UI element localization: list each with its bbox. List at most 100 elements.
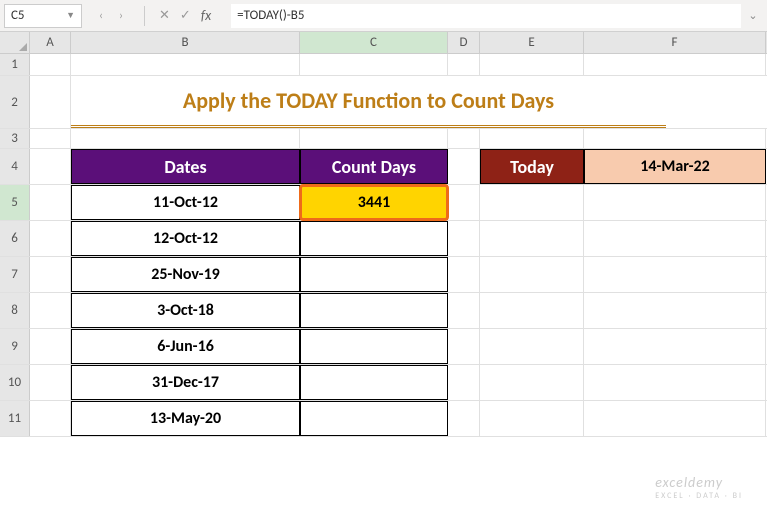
- cell[interactable]: [584, 54, 766, 75]
- date-cell[interactable]: 13-May-20: [71, 401, 300, 436]
- cell[interactable]: [30, 149, 71, 184]
- row-5: 5 11-Oct-12 3441: [0, 185, 767, 221]
- cell[interactable]: [30, 221, 71, 256]
- row-header-8[interactable]: 8: [0, 293, 30, 328]
- cell[interactable]: [480, 401, 584, 436]
- cell[interactable]: [71, 129, 300, 148]
- cell[interactable]: [30, 129, 71, 148]
- cell[interactable]: [30, 365, 71, 400]
- date-cell[interactable]: 11-Oct-12: [71, 185, 300, 220]
- fx-icon[interactable]: fx: [201, 7, 211, 24]
- count-days-header[interactable]: Count Days: [300, 149, 448, 184]
- date-cell[interactable]: 3-Oct-18: [71, 293, 300, 328]
- cell[interactable]: [584, 185, 766, 220]
- select-all-corner[interactable]: [0, 32, 30, 53]
- row-header-10[interactable]: 10: [0, 365, 30, 400]
- row-header-2[interactable]: 2: [0, 76, 30, 128]
- cancel-icon[interactable]: ✕: [159, 8, 170, 23]
- nav-next-icon[interactable]: ›: [112, 7, 130, 25]
- cell[interactable]: [480, 257, 584, 292]
- row-header-1[interactable]: 1: [0, 54, 30, 75]
- cell[interactable]: [448, 185, 480, 220]
- col-header-A[interactable]: A: [30, 32, 71, 53]
- cell[interactable]: [30, 293, 71, 328]
- divider: [144, 6, 145, 26]
- count-days-cell[interactable]: [300, 257, 448, 292]
- row-1: 1: [0, 54, 767, 76]
- row-header-9[interactable]: 9: [0, 329, 30, 364]
- cell[interactable]: [584, 365, 766, 400]
- accept-icon[interactable]: ✓: [180, 8, 191, 23]
- formula-actions: ✕ ✓ fx: [159, 7, 221, 24]
- col-header-C[interactable]: C: [300, 32, 448, 53]
- cell[interactable]: [30, 401, 71, 436]
- cell[interactable]: [584, 401, 766, 436]
- count-days-cell[interactable]: [300, 401, 448, 436]
- count-days-cell[interactable]: [300, 329, 448, 364]
- cell[interactable]: [448, 365, 480, 400]
- row-9: 9 6-Jun-16: [0, 329, 767, 365]
- cell[interactable]: [584, 221, 766, 256]
- cell[interactable]: [30, 257, 71, 292]
- cell[interactable]: [300, 129, 448, 148]
- dates-header[interactable]: Dates: [71, 149, 300, 184]
- col-header-B[interactable]: B: [71, 32, 300, 53]
- page-title[interactable]: Apply the TODAY Function to Count Days: [71, 76, 666, 128]
- row-10: 10 31-Dec-17: [0, 365, 767, 401]
- cell[interactable]: [448, 221, 480, 256]
- cell[interactable]: [448, 293, 480, 328]
- cell[interactable]: [448, 401, 480, 436]
- cell[interactable]: [584, 293, 766, 328]
- nav-prev-icon[interactable]: ‹: [92, 7, 110, 25]
- row-header-5[interactable]: 5: [0, 185, 30, 220]
- cell[interactable]: [448, 257, 480, 292]
- row-header-7[interactable]: 7: [0, 257, 30, 292]
- date-cell[interactable]: 31-Dec-17: [71, 365, 300, 400]
- count-days-cell[interactable]: [300, 293, 448, 328]
- nav-arrows: ‹ ›: [92, 7, 130, 25]
- cell[interactable]: [584, 257, 766, 292]
- cell[interactable]: [30, 76, 71, 128]
- row-header-3[interactable]: 3: [0, 129, 30, 148]
- row-header-6[interactable]: 6: [0, 221, 30, 256]
- formula-bar[interactable]: =TODAY()-B5: [231, 4, 741, 28]
- cell[interactable]: [584, 329, 766, 364]
- row-3: 3: [0, 129, 767, 149]
- cell[interactable]: [448, 54, 480, 75]
- today-value[interactable]: 14-Mar-22: [584, 149, 766, 184]
- cell[interactable]: [480, 365, 584, 400]
- row-header-4[interactable]: 4: [0, 149, 30, 184]
- cell[interactable]: [480, 185, 584, 220]
- name-box[interactable]: C5 ▼: [4, 4, 82, 28]
- col-header-D[interactable]: D: [448, 32, 480, 53]
- cell[interactable]: [480, 221, 584, 256]
- cell[interactable]: [584, 129, 766, 148]
- cell[interactable]: [30, 329, 71, 364]
- cell[interactable]: [300, 54, 448, 75]
- col-header-F[interactable]: F: [584, 32, 766, 53]
- watermark-text: exceldemy: [655, 474, 743, 491]
- cell[interactable]: [480, 129, 584, 148]
- count-days-cell[interactable]: [300, 365, 448, 400]
- expand-formula-icon[interactable]: ⌄: [743, 9, 763, 22]
- cell[interactable]: [480, 329, 584, 364]
- cell[interactable]: [480, 54, 584, 75]
- date-cell[interactable]: 25-Nov-19: [71, 257, 300, 292]
- cell[interactable]: [480, 293, 584, 328]
- date-cell[interactable]: 12-Oct-12: [71, 221, 300, 256]
- count-days-cell[interactable]: 3441: [300, 185, 448, 220]
- formula-text: =TODAY()-B5: [237, 8, 304, 23]
- cell[interactable]: [30, 54, 71, 75]
- row-header-11[interactable]: 11: [0, 401, 30, 436]
- col-header-E[interactable]: E: [480, 32, 584, 53]
- column-headers-row: A B C D E F: [0, 32, 767, 54]
- count-days-cell[interactable]: [300, 221, 448, 256]
- cell[interactable]: [448, 149, 480, 184]
- watermark: exceldemy EXCEL · DATA · BI: [655, 474, 743, 501]
- cell[interactable]: [30, 185, 71, 220]
- today-label[interactable]: Today: [480, 149, 584, 184]
- cell[interactable]: [448, 329, 480, 364]
- cell[interactable]: [71, 54, 300, 75]
- cell[interactable]: [448, 129, 480, 148]
- date-cell[interactable]: 6-Jun-16: [71, 329, 300, 364]
